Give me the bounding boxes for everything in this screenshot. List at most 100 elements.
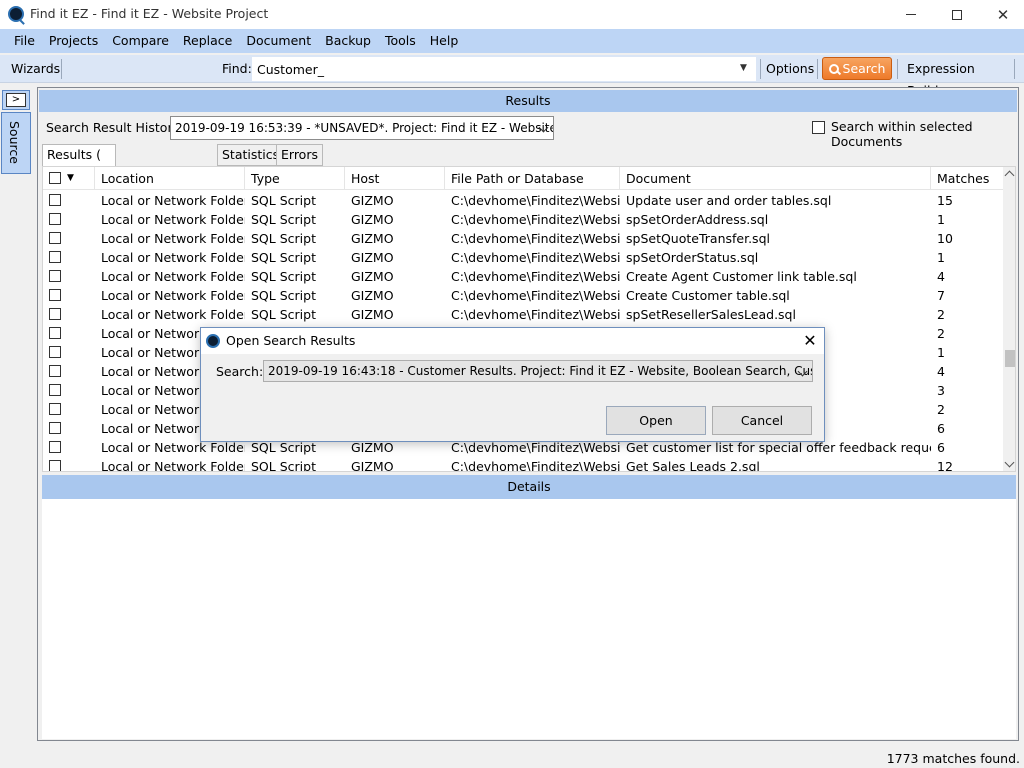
close-button[interactable]: ✕	[980, 0, 1024, 29]
menu-replace[interactable]: Replace	[176, 29, 239, 53]
menu-projects[interactable]: Projects	[42, 29, 105, 53]
cell-file-path: C:\devhome\Finditez\Websit...	[451, 250, 620, 265]
select-all-header[interactable]: ▼	[43, 167, 95, 190]
cell-document: spSetQuoteTransfer.sql	[626, 231, 770, 246]
column-document[interactable]: Document	[620, 167, 931, 190]
maximize-button[interactable]	[934, 0, 980, 29]
cell-file-path: C:\devhome\Finditez\Websit...	[451, 459, 620, 472]
row-checkbox[interactable]	[49, 327, 61, 339]
column-location[interactable]: Location	[95, 167, 245, 190]
menu-tools[interactable]: Tools	[378, 29, 423, 53]
history-value: 2019-09-19 16:53:39 - *UNSAVED*. Project…	[175, 121, 553, 135]
column-file-path[interactable]: File Path or Database	[445, 167, 620, 190]
cell-location: Local or Network Folders	[101, 459, 245, 472]
menu-help[interactable]: Help	[423, 29, 466, 53]
column-matches[interactable]: Matches	[931, 167, 1003, 190]
dialog-search-select[interactable]: 2019-09-19 16:43:18 - Customer Results. …	[263, 360, 813, 382]
select-all-checkbox[interactable]	[49, 172, 61, 184]
cell-type: SQL Script	[251, 307, 316, 322]
cell-host: GIZMO	[351, 459, 394, 472]
row-checkbox[interactable]	[49, 232, 61, 244]
cell-location: Local or Network Folders	[101, 269, 245, 284]
row-checkbox[interactable]	[49, 251, 61, 263]
row-checkbox[interactable]	[49, 441, 61, 453]
table-row[interactable]: Local or Network Folders SQL Script GIZMO C…	[43, 267, 1003, 286]
cell-file-path: C:\devhome\Finditez\Websit...	[451, 231, 620, 246]
find-input[interactable]	[252, 57, 756, 81]
menu-document[interactable]: Document	[239, 29, 318, 53]
cell-matches: 2	[937, 326, 945, 341]
menu-file[interactable]: File	[7, 29, 42, 53]
table-row[interactable]: Local or Network Folders SQL Script GIZMO C…	[43, 457, 1003, 472]
cell-matches: 4	[937, 364, 945, 379]
minimize-button[interactable]	[888, 0, 934, 29]
column-host[interactable]: Host	[345, 167, 445, 190]
chevron-down-icon[interactable]: ▼	[740, 63, 747, 73]
source-tab[interactable]: Source	[1, 112, 31, 174]
cell-type: SQL Script	[251, 459, 316, 472]
cell-matches: 2	[937, 402, 945, 417]
open-search-results-dialog: Open Search Results ✕ Search: 2019-09-19…	[200, 327, 825, 442]
cell-document: Create Customer table.sql	[626, 288, 790, 303]
table-row[interactable]: Local or Network Folders SQL Script GIZMO C…	[43, 286, 1003, 305]
vertical-scrollbar[interactable]	[1003, 167, 1015, 471]
cell-type: SQL Script	[251, 193, 316, 208]
details-header: Details	[42, 475, 1016, 499]
tab-statistics[interactable]: Statistics	[217, 144, 285, 166]
scroll-up-icon[interactable]	[1004, 170, 1015, 181]
window-title: Find it EZ - Find it EZ - Website Projec…	[30, 6, 269, 21]
row-checkbox[interactable]	[49, 365, 61, 377]
row-checkbox[interactable]	[49, 308, 61, 320]
cell-host: GIZMO	[351, 307, 394, 322]
row-checkbox[interactable]	[49, 213, 61, 225]
table-row[interactable]: Local or Network Folders SQL Script GIZMO C…	[43, 248, 1003, 267]
cell-document: Update user and order tables.sql	[626, 193, 832, 208]
chevron-down-icon[interactable]: ▼	[67, 167, 74, 190]
dialog-title-bar: Open Search Results ✕	[201, 328, 824, 354]
history-select[interactable]: 2019-09-19 16:53:39 - *UNSAVED*. Project…	[170, 116, 554, 140]
search-button[interactable]: Search	[822, 57, 892, 80]
cell-host: GIZMO	[351, 269, 394, 284]
dialog-search-value: 2019-09-19 16:43:18 - Customer Results. …	[268, 364, 813, 378]
table-row[interactable]: Local or Network Folders SQL Script GIZMO C…	[43, 305, 1003, 324]
table-row[interactable]: Local or Network Folders SQL Script GIZMO C…	[43, 229, 1003, 248]
wizards-button[interactable]: Wizards	[5, 58, 66, 80]
cell-matches: 2	[937, 307, 945, 322]
row-checkbox[interactable]	[49, 194, 61, 206]
row-checkbox[interactable]	[49, 422, 61, 434]
table-row[interactable]: Local or Network Folders SQL Script GIZMO C…	[43, 191, 1003, 210]
cell-location: Local or Network Folders	[101, 193, 245, 208]
cell-location: Local or Network Folders	[101, 288, 245, 303]
search-within-checkbox[interactable]	[812, 121, 825, 134]
row-checkbox[interactable]	[49, 270, 61, 282]
open-button[interactable]: Open	[606, 406, 706, 435]
search-button-label: Search	[842, 61, 886, 76]
row-checkbox[interactable]	[49, 460, 61, 471]
table-row[interactable]: Local or Network Folders SQL Script GIZMO C…	[43, 210, 1003, 229]
expression-builder-button[interactable]: Expression Builder	[901, 58, 1024, 98]
search-icon	[828, 63, 839, 74]
cell-file-path: C:\devhome\Finditez\Websit...	[451, 288, 620, 303]
tab-results[interactable]: Results ( displaying 299 of 299 )	[42, 144, 116, 222]
cell-host: GIZMO	[351, 250, 394, 265]
dialog-close-button[interactable]: ✕	[799, 330, 821, 352]
scroll-thumb[interactable]	[1005, 350, 1015, 367]
details-panel	[42, 499, 1016, 739]
row-checkbox[interactable]	[49, 289, 61, 301]
menu-compare[interactable]: Compare	[105, 29, 176, 53]
row-checkbox[interactable]	[49, 403, 61, 415]
menu-backup[interactable]: Backup	[318, 29, 378, 53]
cell-matches: 7	[937, 288, 945, 303]
sidebar-toggle-button[interactable]: >	[2, 90, 30, 110]
dialog-title: Open Search Results	[226, 333, 356, 348]
cancel-button[interactable]: Cancel	[712, 406, 812, 435]
cell-file-path: C:\devhome\Finditez\Websit...	[451, 307, 620, 322]
find-label: Find:	[222, 61, 252, 76]
scroll-down-icon[interactable]	[1004, 457, 1015, 468]
cell-document: spSetResellerSalesLead.sql	[626, 307, 796, 322]
options-button[interactable]: Options	[760, 58, 820, 80]
row-checkbox[interactable]	[49, 346, 61, 358]
row-checkbox[interactable]	[49, 384, 61, 396]
tab-errors[interactable]: Errors (0)	[276, 144, 323, 182]
cell-type: SQL Script	[251, 212, 316, 227]
